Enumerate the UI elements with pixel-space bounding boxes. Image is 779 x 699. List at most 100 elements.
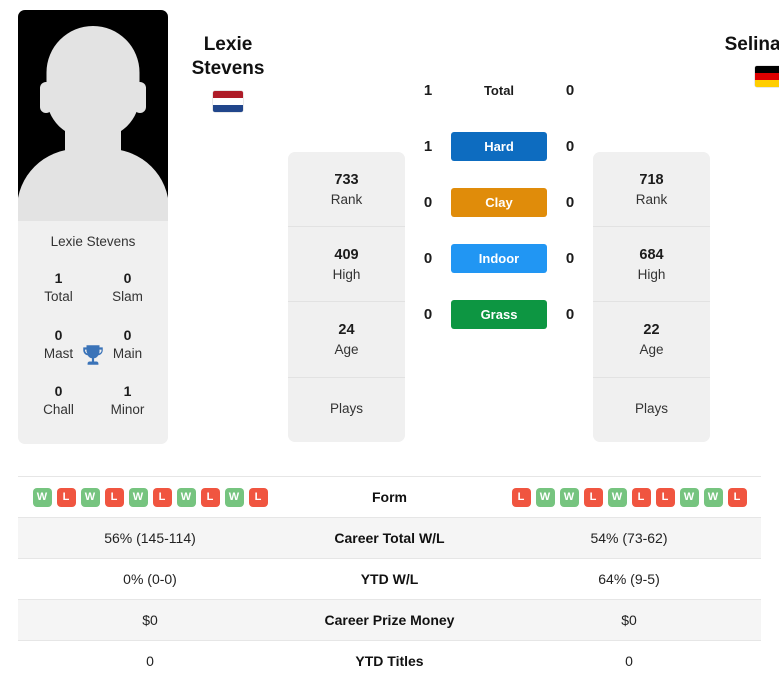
h2h-hard-right: 0 (565, 137, 575, 155)
left-player-card[interactable]: Lexie Stevens 1 Total 0 Slam 0 Mast 0 Ma… (18, 10, 168, 444)
form-badge-loss[interactable]: L (655, 487, 675, 507)
form-badge-loss[interactable]: L (727, 487, 747, 507)
h2h-grass-badge-wrap: Grass (451, 299, 547, 329)
comparison-table: WLWLWLWLWL Form LWWLWLLWWL 56% (145-114)… (18, 476, 761, 682)
left-form-strip: WLWLWLWLWL (24, 487, 276, 507)
form-badge-win[interactable]: W (176, 487, 196, 507)
right-career-wl: 54% (73-62) (590, 530, 668, 546)
trophy-icon (83, 345, 103, 366)
left-title-slam-value: 0 (123, 270, 132, 286)
right-stat-age: 22 Age (593, 302, 710, 378)
form-badge-win[interactable]: W (80, 487, 100, 507)
right-age-value: 22 (643, 322, 660, 339)
row-label-ytd-wl: YTD W/L (360, 571, 419, 587)
avatar-body-shape (18, 149, 168, 221)
left-ytd-titles: 0 (146, 653, 154, 670)
player-comparison-page: Lexie Stevens 1 Total 0 Slam 0 Mast 0 Ma… (0, 0, 779, 682)
right-stat-high: 684 High (593, 227, 710, 303)
right-player-stats-card: 718 Rank 684 High 22 Age Plays (593, 152, 710, 442)
form-badge-win[interactable]: W (559, 487, 579, 507)
left-player-heading: Lexie Stevens (168, 10, 288, 112)
left-title-chall-value: 0 (54, 383, 63, 400)
left-title-slam-label: Slam (112, 289, 143, 305)
top-comparison-area: Lexie Stevens 1 Total 0 Slam 0 Mast 0 Ma… (0, 0, 779, 476)
surface-badge-hard[interactable]: Hard (451, 131, 547, 161)
form-badge-loss[interactable]: L (511, 487, 531, 507)
left-rank-label: Rank (330, 192, 363, 208)
left-stat-high: 409 High (288, 227, 405, 303)
form-badge-win[interactable]: W (679, 487, 699, 507)
row-label-form: Form (372, 489, 407, 505)
form-badge-loss[interactable]: L (104, 487, 124, 507)
form-badge-loss[interactable]: L (583, 487, 603, 507)
left-player-flag-netherlands-icon (213, 90, 243, 112)
surface-badge-grass[interactable]: Grass (451, 299, 547, 329)
surface-badge-indoor[interactable]: Indoor (451, 243, 547, 273)
left-title-total-value: 1 (54, 270, 63, 286)
left-title-total-label: Total (44, 289, 73, 305)
h2h-total-right: 0 (565, 81, 575, 99)
left-stat-rank: 733 Rank (288, 152, 405, 228)
row-label-ytd-titles: YTD Titles (355, 653, 424, 670)
table-row-ytd-wl: 0% (0-0) YTD W/L 64% (9-5) (18, 558, 761, 600)
h2h-total-label: Total (483, 82, 515, 98)
h2h-grass-left: 0 (423, 305, 433, 323)
form-badge-win[interactable]: W (224, 487, 244, 507)
h2h-row-clay: 0 Clay 0 (405, 174, 593, 230)
form-badge-loss[interactable]: L (631, 487, 651, 507)
left-player-name: Lexie Stevens (191, 34, 265, 80)
left-stat-age: 24 Age (288, 302, 405, 378)
right-stat-rank: 718 Rank (593, 152, 710, 228)
right-ytd-titles: 0 (625, 653, 633, 670)
left-rank-value: 733 (334, 172, 359, 188)
right-plays-label: Plays (634, 400, 668, 416)
row-label-career-wl: Career Total W/L (334, 530, 445, 546)
right-player-heading: Selina Dal (710, 10, 779, 88)
left-high-value: 409 (334, 247, 359, 264)
row-label-prize-money: Career Prize Money (324, 612, 455, 628)
right-age-label: Age (639, 342, 664, 358)
left-title-minor-label: Minor (110, 402, 145, 418)
right-form-strip: LWWLWLLWWL (503, 487, 755, 507)
table-row-ytd-titles: 0 YTD Titles 0 (18, 640, 761, 682)
h2h-hard-badge-wrap: Hard (451, 131, 547, 161)
right-rank-value: 718 (639, 172, 664, 188)
h2h-total-left: 1 (423, 81, 433, 99)
h2h-clay-badge-wrap: Clay (451, 187, 547, 217)
form-badge-win[interactable]: W (32, 487, 52, 507)
right-ytd-wl: 64% (9-5) (598, 571, 660, 587)
avatar-ear-right-shape (134, 82, 146, 113)
h2h-row-indoor: 0 Indoor 0 (405, 230, 593, 286)
right-high-value: 684 (639, 247, 664, 264)
left-title-chall: 0 Chall (24, 373, 93, 430)
h2h-clay-right: 0 (565, 193, 575, 211)
h2h-clay-left: 0 (423, 193, 433, 211)
right-rank-label: Rank (635, 192, 668, 208)
left-form-cell: WLWLWLWLWL (18, 477, 282, 518)
left-photo-caption: Lexie Stevens (50, 234, 136, 249)
h2h-indoor-badge-wrap: Indoor (451, 243, 547, 273)
left-titles-grid: 1 Total 0 Slam 0 Mast 0 Main 0 Chall 1 M… (18, 260, 168, 444)
left-player-photo (18, 10, 168, 221)
surface-badge-clay[interactable]: Clay (451, 187, 547, 217)
h2h-row-total: 1 Total 0 (405, 62, 593, 118)
form-badge-win[interactable]: W (607, 487, 627, 507)
form-badge-win[interactable]: W (703, 487, 723, 507)
form-badge-loss[interactable]: L (56, 487, 76, 507)
left-age-label: Age (334, 342, 359, 358)
right-high-label: High (637, 267, 666, 283)
form-badge-loss[interactable]: L (152, 487, 172, 507)
head-to-head-column: 1 Total 0 1 Hard 0 0 Clay 0 0 Indoor 0 0… (405, 10, 593, 342)
right-player-name: Selina Dal (724, 34, 779, 55)
left-title-minor: 1 Minor (93, 373, 162, 430)
table-row-prize-money: $0 Career Prize Money $0 (18, 599, 761, 641)
form-badge-win[interactable]: W (535, 487, 555, 507)
form-badge-loss[interactable]: L (200, 487, 220, 507)
left-ytd-wl: 0% (0-0) (123, 571, 177, 587)
form-badge-loss[interactable]: L (248, 487, 268, 507)
left-title-minor-value: 1 (123, 383, 132, 400)
left-prize-money: $0 (142, 612, 158, 628)
form-badge-win[interactable]: W (128, 487, 148, 507)
left-stat-plays: Plays (288, 378, 405, 442)
h2h-indoor-left: 0 (423, 249, 433, 267)
